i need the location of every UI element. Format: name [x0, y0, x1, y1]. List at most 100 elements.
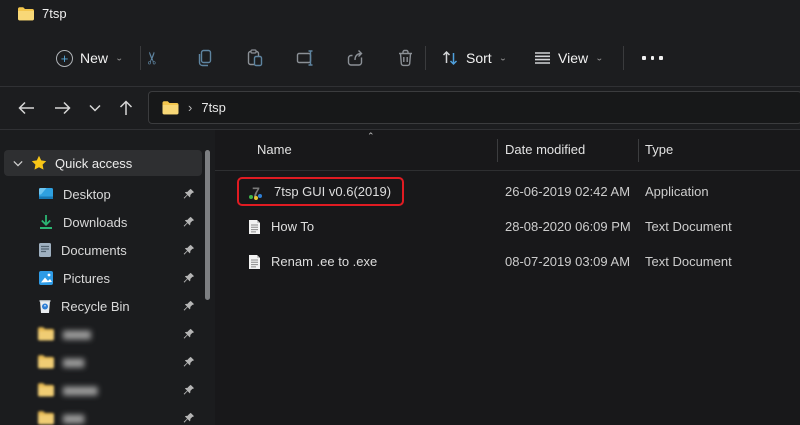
- new-button-label: New: [80, 50, 108, 66]
- chevron-down-icon: ⌄: [595, 54, 603, 63]
- header-separator: [215, 170, 800, 171]
- text-document-icon: [248, 254, 261, 270]
- documents-icon: [38, 242, 52, 258]
- title-bar: 7tsp: [0, 0, 800, 30]
- file-name: 7tsp GUI v0.6(2019): [274, 184, 391, 199]
- window-tab[interactable]: 7tsp: [18, 6, 67, 21]
- recycle-bin-icon: [38, 298, 52, 314]
- paste-button[interactable]: [241, 44, 269, 72]
- pin-icon: [183, 272, 195, 284]
- pin-icon: [183, 188, 195, 200]
- delete-button[interactable]: [391, 44, 419, 72]
- star-icon: [31, 155, 47, 171]
- forward-icon: [54, 101, 71, 115]
- paste-icon: [246, 49, 264, 67]
- share-icon: [346, 49, 364, 67]
- sidebar-item-desktop[interactable]: Desktop: [0, 180, 215, 208]
- sort-ascending-icon: ⌃: [367, 131, 375, 142]
- pin-icon: [183, 216, 195, 228]
- pin-icon: [183, 412, 195, 424]
- plus-icon: +: [56, 50, 73, 67]
- sort-button[interactable]: Sort ⌄: [441, 30, 507, 86]
- sidebar-item-label: ▆▆▆: [63, 357, 83, 368]
- column-header-name[interactable]: Name: [257, 142, 292, 157]
- copy-icon: [196, 49, 214, 67]
- chevron-down-icon: ⌄: [115, 54, 123, 63]
- file-type: Text Document: [645, 254, 732, 269]
- sidebar-item-folder-redacted[interactable]: ▆▆▆: [0, 404, 215, 425]
- address-bar[interactable]: › 7tsp: [148, 91, 800, 124]
- scissors-icon: ✂: [143, 51, 163, 65]
- up-icon: [119, 100, 133, 116]
- column-divider[interactable]: [497, 139, 498, 162]
- sidebar-item-label: Pictures: [63, 271, 110, 286]
- text-document-icon: [248, 219, 261, 235]
- breadcrumb-item[interactable]: 7tsp: [201, 100, 226, 115]
- toolbar-divider: [425, 46, 426, 70]
- sidebar-scrollbar[interactable]: [205, 150, 210, 300]
- file-date-modified: 26-06-2019 02:42 AM: [505, 184, 630, 199]
- window-title: 7tsp: [42, 6, 67, 21]
- back-button[interactable]: [10, 92, 42, 124]
- quick-access-list: Desktop Downloads Documents Pictures Rec…: [0, 180, 215, 425]
- column-divider[interactable]: [638, 139, 639, 162]
- sidebar-item-recycle-bin[interactable]: Recycle Bin: [0, 292, 215, 320]
- folder-icon: [38, 327, 54, 341]
- breadcrumb-chevron-icon: ›: [188, 100, 192, 115]
- sidebar-item-quick-access[interactable]: Quick access: [4, 150, 202, 176]
- sidebar-item-folder-redacted[interactable]: ▆▆▆▆: [0, 320, 215, 348]
- sidebar-item-pictures[interactable]: Pictures: [0, 264, 215, 292]
- desktop-icon: [38, 186, 54, 202]
- share-button[interactable]: [341, 44, 369, 72]
- file-list-pane: ⌃ Name Date modified Type 7 7tsp GUI v0.…: [215, 130, 800, 425]
- column-headers: ⌃ Name Date modified Type: [215, 130, 800, 170]
- see-more-button[interactable]: [642, 30, 663, 86]
- sidebar-item-documents[interactable]: Documents: [0, 236, 215, 264]
- view-button-label: View: [558, 50, 588, 66]
- folder-icon: [38, 383, 54, 397]
- copy-button[interactable]: [191, 44, 219, 72]
- file-row-rename-exe[interactable]: Renam .ee to .exe 08-07-2019 03:09 AM Te…: [215, 244, 800, 279]
- sidebar-item-folder-redacted[interactable]: ▆▆▆: [0, 348, 215, 376]
- sidebar-item-label: Quick access: [55, 156, 132, 171]
- sort-button-label: Sort: [466, 50, 492, 66]
- sidebar-item-label: Desktop: [63, 187, 111, 202]
- up-button[interactable]: [110, 92, 142, 124]
- rename-button[interactable]: [291, 44, 319, 72]
- sidebar-item-label: ▆▆▆▆▆: [63, 385, 96, 396]
- pin-icon: [183, 356, 195, 368]
- sidebar-item-label: Documents: [61, 243, 127, 258]
- file-row-7tsp-gui[interactable]: 7 7tsp GUI v0.6(2019) 26-06-2019 02:42 A…: [215, 174, 800, 209]
- view-icon: [534, 50, 551, 66]
- trash-icon: [397, 49, 414, 67]
- back-icon: [18, 101, 35, 115]
- sidebar-item-label: Recycle Bin: [61, 299, 130, 314]
- pin-icon: [183, 384, 195, 396]
- 7tsp-app-icon: 7: [248, 184, 264, 200]
- toolbar-divider: [623, 46, 624, 70]
- file-date-modified: 28-08-2020 06:09 PM: [505, 219, 631, 234]
- pictures-icon: [38, 270, 54, 286]
- chevron-down-icon: [89, 104, 101, 112]
- view-button[interactable]: View ⌄: [534, 30, 603, 86]
- command-toolbar: + New ⌄ ✂ So: [0, 30, 800, 86]
- folder-icon: [38, 355, 54, 369]
- cut-button[interactable]: ✂: [139, 44, 167, 72]
- chevron-down-icon: ⌄: [499, 54, 507, 63]
- folder-icon: [18, 7, 34, 21]
- sort-icon: [441, 49, 459, 67]
- sidebar-item-downloads[interactable]: Downloads: [0, 208, 215, 236]
- column-header-type[interactable]: Type: [645, 142, 673, 157]
- forward-button[interactable]: [46, 92, 78, 124]
- new-button[interactable]: + New ⌄: [56, 30, 123, 86]
- column-header-date-modified[interactable]: Date modified: [505, 142, 585, 157]
- recent-locations-button[interactable]: [79, 92, 111, 124]
- file-rows: 7 7tsp GUI v0.6(2019) 26-06-2019 02:42 A…: [215, 174, 800, 279]
- sidebar-item-folder-redacted[interactable]: ▆▆▆▆▆: [0, 376, 215, 404]
- folder-icon: [38, 411, 54, 425]
- downloads-icon: [38, 214, 54, 230]
- file-row-how-to[interactable]: How To 28-08-2020 06:09 PM Text Document: [215, 209, 800, 244]
- pin-icon: [183, 244, 195, 256]
- file-type: Text Document: [645, 219, 732, 234]
- pin-icon: [183, 328, 195, 340]
